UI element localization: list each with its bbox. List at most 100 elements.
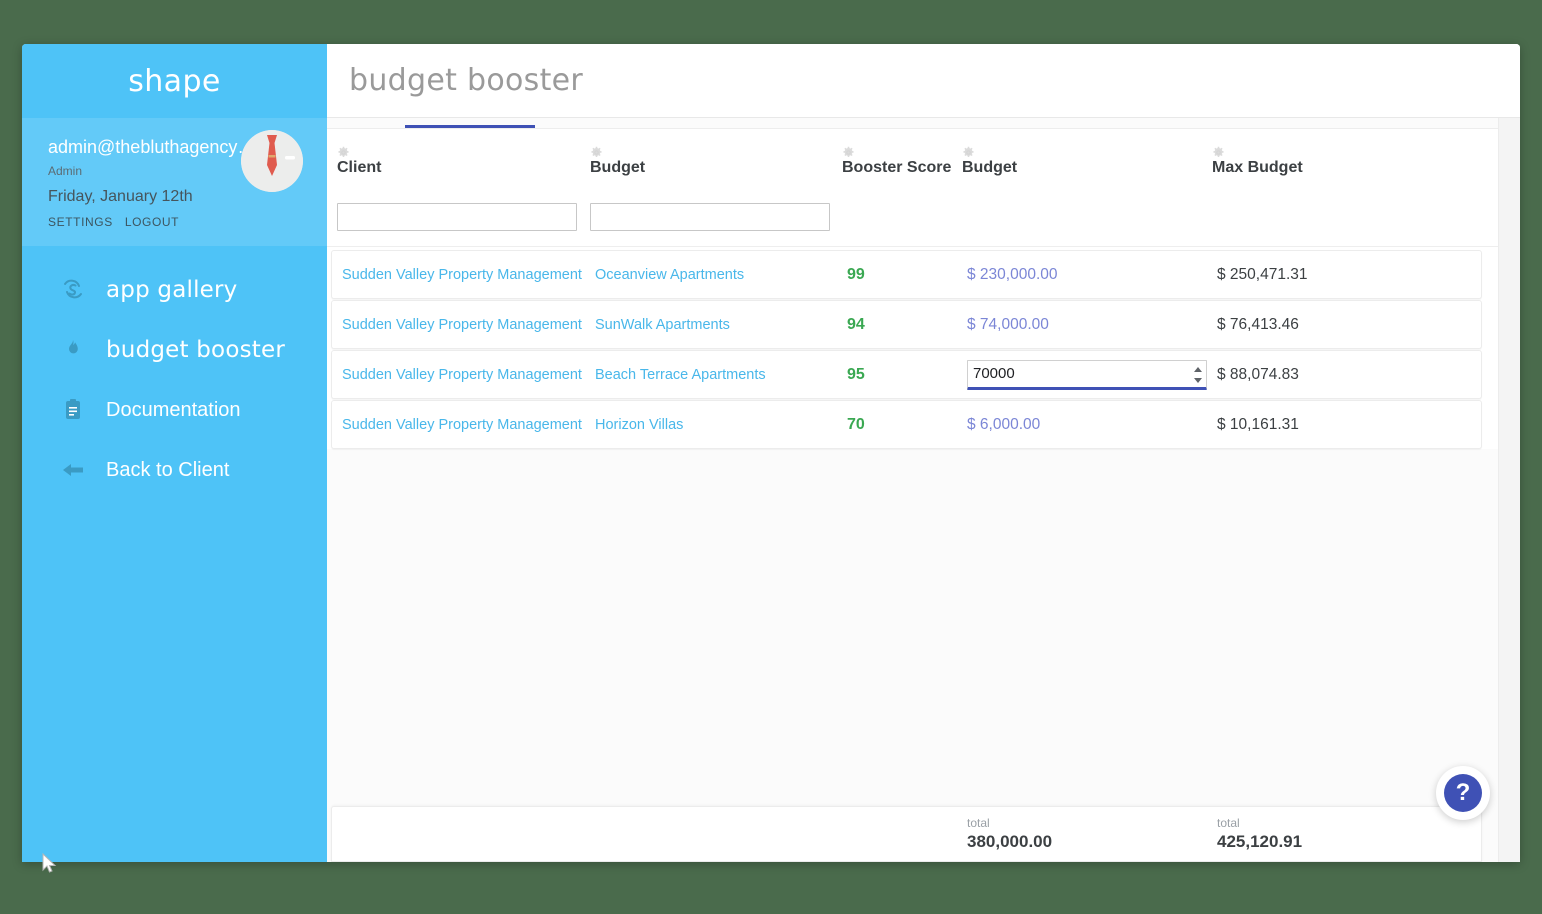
sidebar-item-label: budget booster (106, 337, 286, 363)
user-panel: admin@thebluthagency… Admin Friday, Janu… (22, 118, 327, 246)
logout-link[interactable]: LOGOUT (125, 215, 179, 229)
gear-icon[interactable] (1212, 146, 1462, 159)
gear-icon[interactable] (842, 146, 952, 159)
user-date: Friday, January 12th (48, 188, 193, 205)
gear-icon[interactable] (962, 146, 1202, 159)
budget-link[interactable]: SunWalk Apartments (595, 317, 730, 333)
table-row[interactable]: Sudden Valley Property Management SunWal… (331, 300, 1482, 349)
table-row[interactable]: Sudden Valley Property Management Oceanv… (331, 250, 1482, 299)
help-button[interactable]: ? (1436, 766, 1490, 820)
filter-input-client[interactable] (337, 203, 577, 231)
cell-client: Sudden Valley Property Management (332, 351, 585, 398)
cell-budget-amount[interactable]: $ 230,000.00 (957, 251, 1207, 298)
budget-table: Client Budget Booster Score Budget Max B… (327, 129, 1498, 449)
cell-budget-amount[interactable]: $ 74,000.00 (957, 301, 1207, 348)
booster-score-value: 70 (847, 415, 865, 433)
budget-link[interactable]: Beach Terrace Apartments (595, 367, 766, 383)
cell-budget-amount[interactable]: $ 6,000.00 (957, 401, 1207, 448)
cell-max-budget: $ 10,161.31 (1207, 401, 1467, 448)
clipboard-icon (60, 397, 86, 423)
column-header-budget-name: Budget (580, 146, 832, 246)
cell-booster-score: 94 (837, 301, 957, 348)
max-budget-value: $ 250,471.31 (1217, 265, 1308, 283)
max-budget-value: $ 76,413.46 (1217, 315, 1299, 333)
budget-amount-input[interactable] (967, 359, 1207, 390)
sidebar-nav: app gallery budget booster Documentation… (22, 246, 327, 500)
total-budget-label: total (967, 815, 990, 830)
cell-booster-score: 70 (837, 401, 957, 448)
page-title: budget booster (349, 63, 584, 98)
max-budget-value: $ 10,161.31 (1217, 415, 1299, 433)
sidebar-item-back-to-client[interactable]: Back to Client (22, 440, 327, 500)
active-tab-indicator (405, 125, 535, 128)
app-window: shape admin@thebluthagency… Admin Friday… (22, 44, 1520, 862)
budget-link[interactable]: Oceanview Apartments (595, 267, 744, 283)
shape-s-icon (60, 277, 86, 303)
flame-icon (60, 337, 86, 363)
table-row[interactable]: Sudden Valley Property Management Horizo… (331, 400, 1482, 449)
cell-booster-score: 95 (837, 351, 957, 398)
cell-budget-amount-editing[interactable] (957, 351, 1207, 398)
arrow-left-icon (60, 457, 86, 483)
cell-budget-name: Oceanview Apartments (585, 251, 837, 298)
column-header-booster-score: Booster Score (832, 146, 952, 246)
cell-max-budget: $ 88,074.83 (1207, 351, 1467, 398)
settings-link[interactable]: SETTINGS (48, 215, 113, 229)
user-links: SETTINGS LOGOUT (48, 215, 327, 229)
cell-budget-name: SunWalk Apartments (585, 301, 837, 348)
client-link[interactable]: Sudden Valley Property Management (342, 267, 582, 283)
cell-client: Sudden Valley Property Management (332, 251, 585, 298)
booster-score-value: 94 (847, 315, 865, 333)
column-title: Booster Score (842, 159, 952, 176)
user-email: admin@thebluthagency… (48, 137, 256, 157)
column-header-client: Client (327, 146, 580, 246)
content-inner: Client Budget Booster Score Budget Max B… (327, 118, 1498, 862)
brand-header: shape (22, 44, 327, 118)
client-link[interactable]: Sudden Valley Property Management (342, 417, 582, 433)
budget-amount-value: $ 230,000.00 (967, 265, 1058, 283)
total-max-budget-value: 425,120.91 (1217, 831, 1303, 851)
cell-client: Sudden Valley Property Management (332, 401, 585, 448)
question-mark-icon: ? (1444, 774, 1482, 812)
gear-icon[interactable] (337, 146, 580, 159)
client-link[interactable]: Sudden Valley Property Management (342, 317, 582, 333)
right-rail (1498, 118, 1520, 862)
cell-max-budget: $ 76,413.46 (1207, 301, 1467, 348)
main-area: budget booster Client Budget Booster Sco… (327, 44, 1520, 862)
budget-link[interactable]: Horizon Villas (595, 417, 683, 433)
filter-input-budget[interactable] (590, 203, 830, 231)
sidebar: shape admin@thebluthagency… Admin Friday… (22, 44, 327, 862)
sidebar-item-budget-booster[interactable]: budget booster (22, 320, 327, 380)
column-title: Budget (590, 159, 646, 176)
booster-score-value: 95 (847, 365, 865, 383)
content-region: Client Budget Booster Score Budget Max B… (327, 118, 1520, 862)
table-body: Sudden Valley Property Management Oceanv… (327, 247, 1498, 449)
table-totals-footer: total 380,000.00 total 425,120.91 (331, 806, 1482, 862)
total-max-budget-label: total (1217, 815, 1240, 830)
column-title: Max Budget (1212, 159, 1303, 176)
budget-amount-value: $ 6,000.00 (967, 415, 1041, 433)
sidebar-item-documentation[interactable]: Documentation (22, 380, 327, 440)
cell-budget-name: Beach Terrace Apartments (585, 351, 837, 398)
booster-score-value: 99 (847, 265, 865, 283)
shape-logo: shape (128, 63, 221, 99)
column-header-budget-amount: Budget (952, 146, 1202, 246)
table-row[interactable]: Sudden Valley Property Management Beach … (331, 350, 1482, 399)
budget-amount-value: $ 74,000.00 (967, 315, 1049, 333)
tab-strip (327, 118, 1498, 129)
column-header-max-budget: Max Budget (1202, 146, 1462, 246)
column-title: Budget (962, 159, 1018, 176)
sidebar-item-app-gallery[interactable]: app gallery (22, 260, 327, 320)
cell-budget-name: Horizon Villas (585, 401, 837, 448)
cell-booster-score: 99 (837, 251, 957, 298)
cell-max-budget: $ 250,471.31 (1207, 251, 1467, 298)
client-link[interactable]: Sudden Valley Property Management (342, 367, 582, 383)
mouse-cursor (42, 853, 57, 873)
necktie-avatar-icon (241, 130, 303, 192)
table-header-row: Client Budget Booster Score Budget Max B… (327, 129, 1498, 247)
total-budget-value: 380,000.00 (967, 831, 1053, 851)
max-budget-value: $ 88,074.83 (1217, 365, 1299, 383)
sidebar-item-label: Documentation (106, 398, 241, 421)
column-title: Client (337, 159, 382, 176)
gear-icon[interactable] (590, 146, 832, 159)
